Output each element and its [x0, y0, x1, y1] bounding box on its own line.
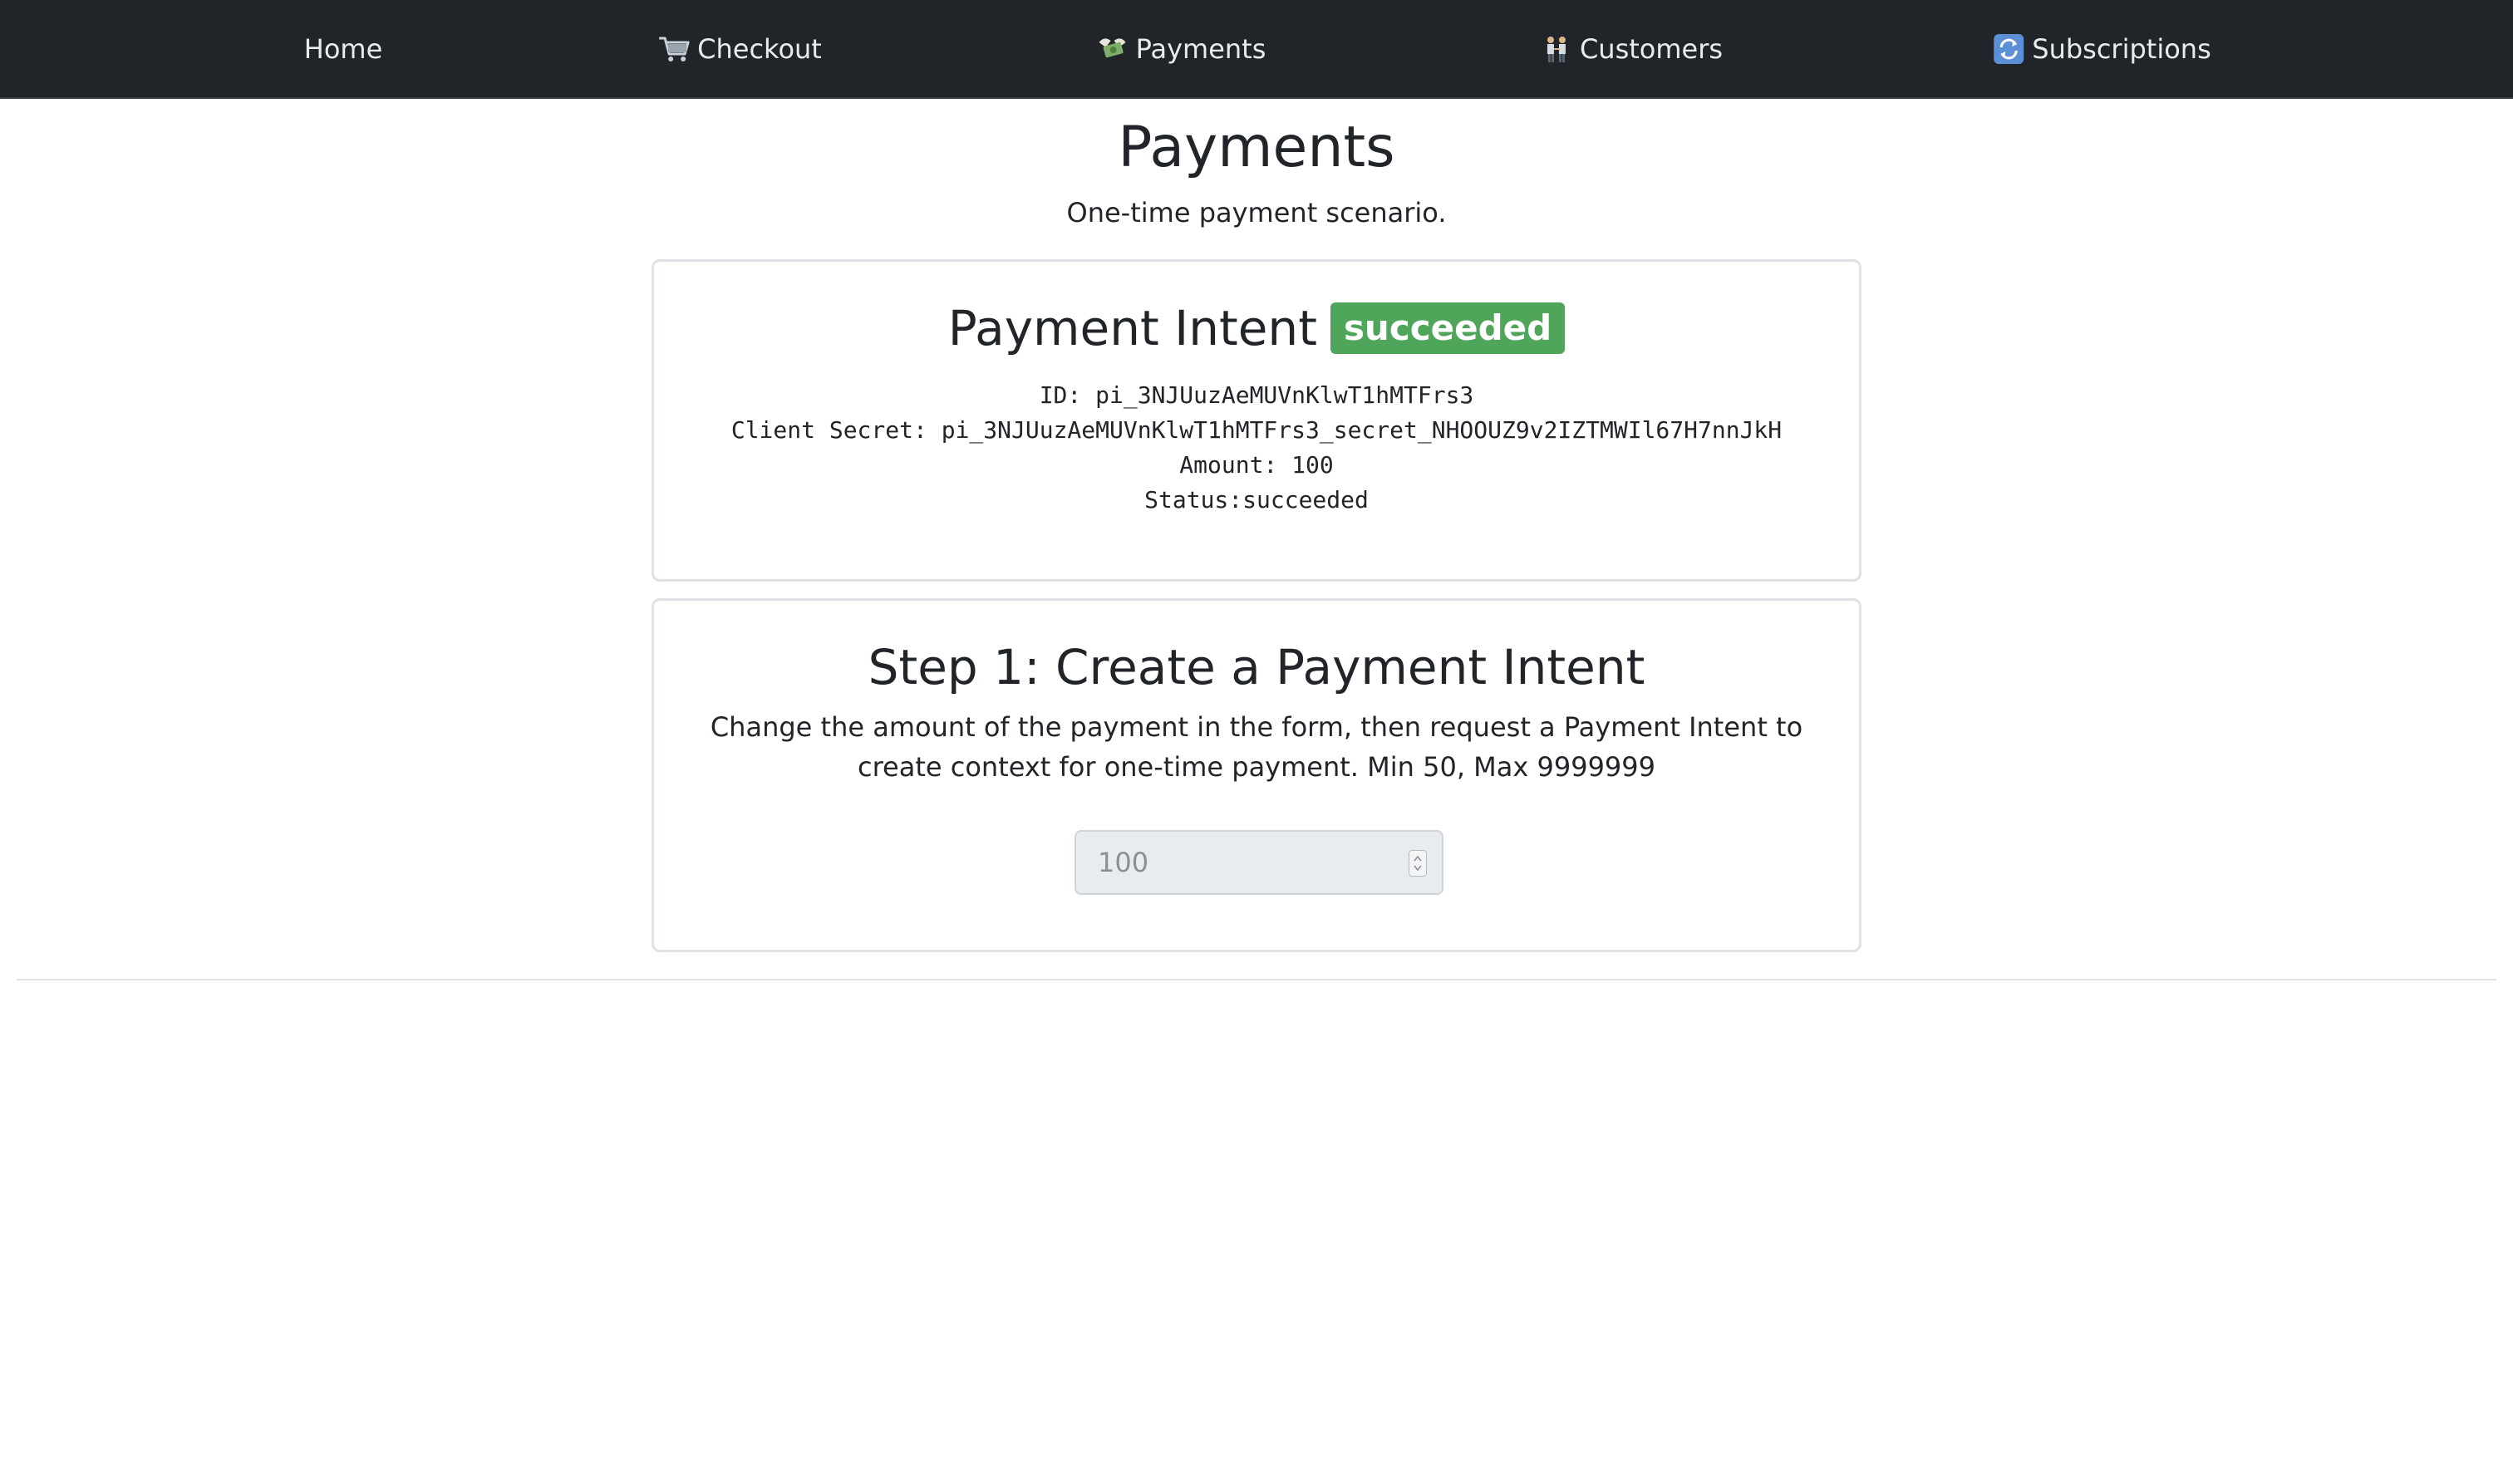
payment-intent-id: ID: pi_3NJUuzAeMUVnKlwT1hMTFrs3: [1039, 381, 1474, 409]
nav-home-link[interactable]: Home: [304, 0, 383, 97]
create-intent-card: Step 1: Create a Payment Intent Change t…: [652, 598, 1861, 952]
step-title: Step 1: Create a Payment Intent: [868, 639, 1645, 695]
horizontal-divider: [17, 979, 2496, 980]
payment-intent-details: ID: pi_3NJUuzAeMUVnKlwT1hMTFrs3 Client S…: [654, 378, 1859, 518]
payment-intent-card: Payment Intent succeeded ID: pi_3NJUuzAe…: [652, 259, 1861, 582]
page-subtitle: One-time payment scenario.: [1066, 197, 1447, 228]
money-wings-icon: [1096, 32, 1129, 66]
payment-intent-client-secret: Client Secret: pi_3NJUuzAeMUVnKlwT1hMTFr…: [730, 416, 1783, 444]
stepper-arrows-icon: [1414, 855, 1422, 872]
nav-subscriptions-link[interactable]: Subscriptions: [1992, 0, 2211, 97]
nav-customers-label: Customers: [1579, 32, 1724, 65]
repeat-arrows-icon: [1992, 32, 2025, 66]
amount-stepper[interactable]: [1409, 850, 1427, 877]
nav-checkout-label: Checkout: [697, 32, 822, 65]
amount-input-value: 100: [1098, 847, 1149, 878]
nav-subscriptions-label: Subscriptions: [2032, 32, 2211, 65]
payment-intent-title: Payment Intent: [947, 300, 1317, 356]
payment-intent-header: Payment Intent succeeded: [654, 298, 1859, 358]
top-navbar: Home Checkout Payments Customers Subscri…: [0, 0, 2513, 99]
nav-payments-label: Payments: [1135, 32, 1266, 65]
people-holding-hands-icon: [1540, 32, 1573, 66]
step-description: Change the amount of the payment in the …: [710, 711, 1803, 783]
payment-intent-amount: Amount: 100: [1179, 451, 1334, 479]
nav-customers-link[interactable]: Customers: [1540, 0, 1723, 97]
amount-input[interactable]: 100: [1075, 830, 1443, 895]
page-title: Payments: [1118, 115, 1395, 180]
nav-payments-link[interactable]: Payments: [1096, 0, 1266, 97]
nav-checkout-link[interactable]: Checkout: [657, 0, 822, 97]
payment-intent-status: Status:succeeded: [1144, 486, 1369, 514]
status-badge: succeeded: [1330, 302, 1566, 354]
nav-home-label: Home: [303, 32, 383, 65]
shopping-cart-icon: [657, 32, 691, 66]
